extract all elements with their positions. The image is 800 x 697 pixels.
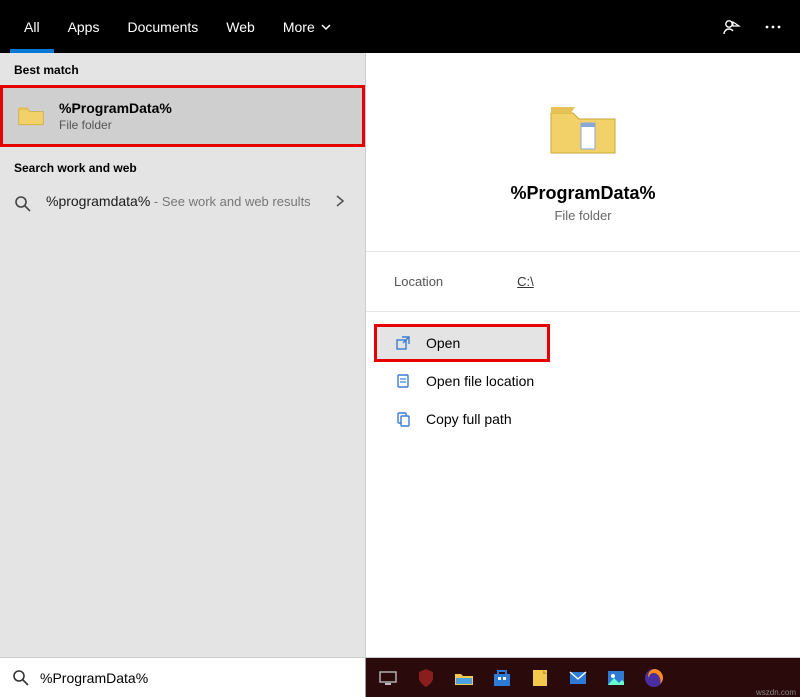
results-panel: Best match %ProgramData% File folder Sea… <box>0 53 366 657</box>
search-web-query: %programdata% <box>46 193 150 209</box>
watermark: wszdn.com <box>756 688 796 697</box>
search-icon <box>14 195 32 213</box>
detail-title: %ProgramData% <box>510 183 655 204</box>
search-icon <box>12 669 30 687</box>
bottom-bar <box>0 657 800 697</box>
search-web-suffix: - See work and web results <box>150 194 310 209</box>
tab-web[interactable]: Web <box>212 0 269 53</box>
search-input[interactable] <box>40 670 353 686</box>
search-tabs-bar: All Apps Documents Web More <box>0 0 800 53</box>
action-open-file-location-label: Open file location <box>426 373 534 389</box>
chevron-down-icon <box>321 22 331 32</box>
search-web-left: %programdata% - See work and web results <box>14 193 311 213</box>
chevron-right-icon[interactable] <box>333 194 351 212</box>
tab-documents[interactable]: Documents <box>113 0 212 53</box>
best-match-heading: Best match <box>0 53 365 85</box>
actions-list: Open Open file location Copy full path <box>366 312 800 450</box>
file-location-icon <box>394 372 412 390</box>
main-area: Best match %ProgramData% File folder Sea… <box>0 53 800 657</box>
app-icon-mail[interactable] <box>564 664 592 692</box>
action-copy-full-path-label: Copy full path <box>426 411 512 427</box>
best-match-text: %ProgramData% File folder <box>59 100 172 132</box>
best-match-result[interactable]: %ProgramData% File folder <box>0 85 365 147</box>
best-match-title: %ProgramData% <box>59 100 172 116</box>
detail-subtitle: File folder <box>554 208 611 223</box>
search-web-result[interactable]: %programdata% - See work and web results <box>0 183 365 223</box>
search-web-heading: Search work and web <box>0 147 365 183</box>
search-box[interactable] <box>0 658 366 697</box>
tab-more[interactable]: More <box>269 0 345 53</box>
taskview-icon[interactable] <box>374 664 402 692</box>
topbar-right <box>720 16 790 38</box>
search-web-text: %programdata% - See work and web results <box>46 193 311 211</box>
action-open[interactable]: Open <box>374 324 550 362</box>
folder-icon-large <box>543 89 623 169</box>
best-match-subtitle: File folder <box>59 118 172 132</box>
tab-apps[interactable]: Apps <box>54 0 114 53</box>
taskbar <box>366 658 800 697</box>
folder-icon <box>17 102 45 130</box>
app-icon-shield[interactable] <box>412 664 440 692</box>
location-row: Location C:\ <box>366 252 800 312</box>
app-icon-note[interactable] <box>526 664 554 692</box>
app-icon-firefox[interactable] <box>640 664 668 692</box>
more-options-icon[interactable] <box>762 16 784 38</box>
tab-all[interactable]: All <box>10 0 54 53</box>
open-icon <box>394 334 412 352</box>
search-tabs-left: All Apps Documents Web More <box>10 0 345 53</box>
copy-icon <box>394 410 412 428</box>
tab-more-label: More <box>283 19 315 35</box>
action-open-label: Open <box>426 335 460 351</box>
action-copy-full-path[interactable]: Copy full path <box>374 400 792 438</box>
app-icon-gallery[interactable] <box>602 664 630 692</box>
app-icon-explorer[interactable] <box>450 664 478 692</box>
detail-header: %ProgramData% File folder <box>366 53 800 252</box>
action-open-file-location[interactable]: Open file location <box>374 362 792 400</box>
detail-panel: %ProgramData% File folder Location C:\ O… <box>366 53 800 657</box>
location-label: Location <box>394 274 443 289</box>
app-icon-store[interactable] <box>488 664 516 692</box>
location-value[interactable]: C:\ <box>517 274 534 289</box>
feedback-icon[interactable] <box>720 16 742 38</box>
